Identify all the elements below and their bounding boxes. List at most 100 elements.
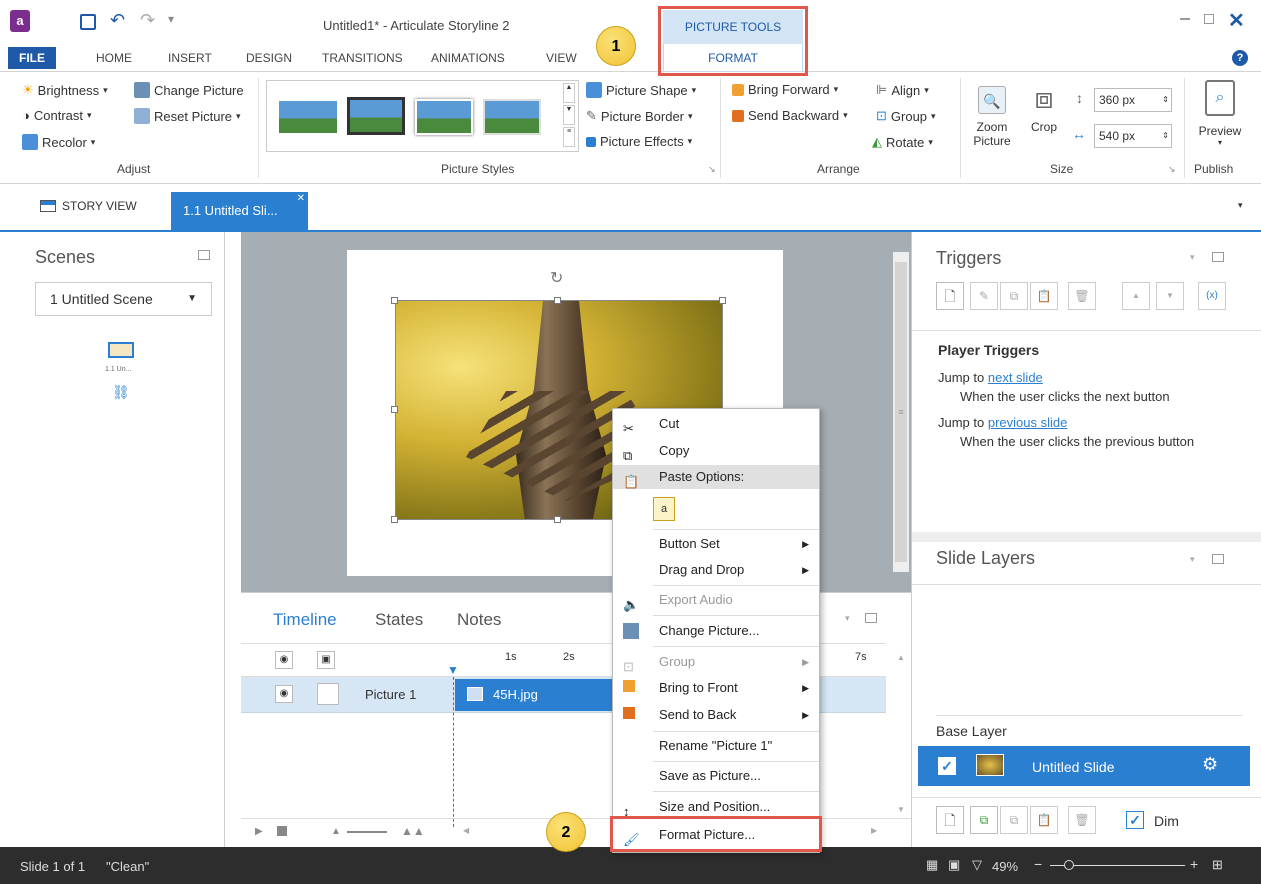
- gallery-scroll-up-icon[interactable]: ▲: [563, 83, 575, 103]
- style-thumb-3[interactable]: [415, 99, 473, 135]
- save-icon[interactable]: [80, 14, 96, 30]
- scene-selector[interactable]: 1 Untitled Scene ▼: [35, 282, 212, 316]
- lock-icon[interactable]: ▣: [317, 651, 335, 669]
- eye-icon[interactable]: ◉: [275, 651, 293, 669]
- menu-save-picture[interactable]: Save as Picture...: [613, 763, 819, 789]
- new-layer-icon[interactable]: 🗋: [936, 806, 964, 834]
- play-icon[interactable]: ▶: [255, 826, 263, 837]
- maximize-icon[interactable]: [1204, 14, 1214, 24]
- stop-icon[interactable]: [277, 826, 287, 836]
- zoom-picture-button[interactable]: 🔍 Zoom Picture: [966, 86, 1018, 156]
- selection-handle[interactable]: [391, 516, 398, 523]
- copy-trigger-icon[interactable]: ⧉: [1000, 282, 1028, 310]
- paste-trigger-icon[interactable]: 📋: [1030, 282, 1058, 310]
- trigger-item[interactable]: Jump to previous slide: [938, 415, 1067, 430]
- tab-file[interactable]: FILE: [8, 47, 56, 69]
- tab-story-view[interactable]: STORY VIEW: [40, 199, 137, 213]
- move-down-icon[interactable]: ▼: [1156, 282, 1184, 310]
- timeline-scroll-up-icon[interactable]: ▲: [897, 653, 905, 662]
- menu-rename[interactable]: Rename "Picture 1": [613, 733, 819, 759]
- duplicate-layer-icon[interactable]: ⧉: [970, 806, 998, 834]
- dim-checkbox[interactable]: ✓: [1126, 811, 1144, 829]
- eye-icon[interactable]: ◉: [275, 685, 293, 703]
- group-button[interactable]: ⊡ Group ▾: [876, 108, 936, 124]
- menu-bring-front[interactable]: Bring to Front ▶: [613, 675, 819, 701]
- menu-button-set[interactable]: Button Set ▶: [613, 531, 819, 557]
- preview-button[interactable]: ⌕ Preview ▾: [1190, 80, 1250, 160]
- new-trigger-icon[interactable]: 🗋: [936, 282, 964, 310]
- selection-handle[interactable]: [719, 297, 726, 304]
- close-icon[interactable]: ✕: [1228, 8, 1245, 33]
- panel-restore-icon[interactable]: [198, 250, 210, 260]
- reset-picture-button[interactable]: Reset Picture ▾: [134, 108, 241, 124]
- panel-collapse-icon[interactable]: ▾: [1190, 554, 1195, 565]
- trigger-link[interactable]: previous slide: [988, 415, 1068, 430]
- minimize-icon[interactable]: [1180, 18, 1190, 20]
- gallery-scroll-down-icon[interactable]: ▼: [563, 105, 575, 125]
- playhead-icon[interactable]: ▼: [447, 663, 459, 677]
- picture-shape-button[interactable]: Picture Shape ▾: [586, 82, 696, 98]
- timeline-bar[interactable]: 45H.jpg: [455, 679, 615, 711]
- selection-handle[interactable]: [391, 406, 398, 413]
- help-icon[interactable]: ?: [1232, 50, 1248, 66]
- picture-border-button[interactable]: ✎ Picture Border ▾: [586, 108, 693, 124]
- zoom-slider[interactable]: [347, 831, 387, 833]
- copy-layer-icon[interactable]: ⧉: [1000, 806, 1028, 834]
- slide-show-icon[interactable]: ▽: [972, 857, 982, 873]
- panel-collapse-icon[interactable]: ▾: [1190, 252, 1195, 263]
- tab-slide[interactable]: 1.1 Untitled Sli... ✕: [171, 192, 308, 230]
- gear-icon[interactable]: ⚙: [1202, 754, 1218, 775]
- timeline-hscroll-right-icon[interactable]: ▶: [871, 826, 877, 835]
- picture-effects-button[interactable]: Picture Effects ▾: [586, 134, 692, 149]
- selection-handle[interactable]: [554, 516, 561, 523]
- style-thumb-2[interactable]: [347, 97, 405, 135]
- layer-visible-checkbox[interactable]: ✓: [938, 757, 956, 775]
- tab-view[interactable]: VIEW: [546, 51, 577, 65]
- panel-restore-icon[interactable]: [865, 613, 877, 623]
- panel-splitter[interactable]: [912, 532, 1261, 542]
- tab-home[interactable]: HOME: [96, 51, 132, 65]
- bring-forward-button[interactable]: Bring Forward ▾: [732, 82, 838, 97]
- zoom-in-icon[interactable]: +: [1190, 856, 1198, 872]
- normal-view-icon[interactable]: ▣: [948, 857, 960, 873]
- tab-notes[interactable]: Notes: [457, 610, 501, 630]
- rotate-handle-icon[interactable]: ↻: [550, 268, 563, 288]
- menu-cut[interactable]: ✂ Cut: [613, 411, 819, 437]
- move-up-icon[interactable]: ▲: [1122, 282, 1150, 310]
- edit-trigger-icon[interactable]: ✎: [970, 282, 998, 310]
- tab-timeline[interactable]: Timeline: [273, 610, 337, 630]
- delete-layer-icon[interactable]: 🗑: [1068, 806, 1096, 834]
- paste-keep-text-icon[interactable]: a: [653, 497, 675, 521]
- close-tab-icon[interactable]: ✕: [297, 180, 305, 218]
- selection-handle[interactable]: [554, 297, 561, 304]
- timeline-hscroll-left-icon[interactable]: ◀: [463, 826, 469, 835]
- zoom-out-icon[interactable]: −: [1034, 856, 1042, 872]
- delete-trigger-icon[interactable]: 🗑: [1068, 282, 1096, 310]
- trigger-link[interactable]: next slide: [988, 370, 1043, 385]
- brightness-button[interactable]: ☀ Brightness ▾: [22, 82, 108, 98]
- slide-thumbnail[interactable]: [108, 342, 134, 358]
- rotate-button[interactable]: ◭ Rotate ▾: [872, 134, 933, 150]
- selection-handle[interactable]: [391, 297, 398, 304]
- menu-copy[interactable]: ⧉ Copy: [613, 438, 819, 464]
- height-input[interactable]: 360 px ⇕: [1094, 88, 1172, 112]
- menu-drag-drop[interactable]: Drag and Drop ▶: [613, 557, 819, 583]
- width-input[interactable]: 540 px ⇕: [1094, 124, 1172, 148]
- panel-restore-icon[interactable]: [1212, 554, 1224, 564]
- redo-icon[interactable]: ↷: [140, 10, 155, 31]
- panel-restore-icon[interactable]: [1212, 252, 1224, 262]
- dialog-launcher-icon[interactable]: ↘: [708, 164, 716, 175]
- picture-styles-gallery[interactable]: ▲ ▼ ≡: [266, 80, 579, 152]
- align-button[interactable]: ⊫ Align ▾: [876, 82, 929, 98]
- panel-collapse-icon[interactable]: ▾: [845, 613, 850, 624]
- zoom-slider-thumb[interactable]: [1064, 860, 1074, 870]
- canvas-scroll-up-icon[interactable]: ▲: [894, 238, 902, 247]
- undo-icon[interactable]: ↶: [110, 10, 125, 31]
- style-thumb-4[interactable]: [483, 99, 541, 135]
- crop-button[interactable]: ⧈ Crop: [1026, 82, 1062, 152]
- change-picture-button[interactable]: Change Picture: [134, 82, 244, 98]
- gallery-more-icon[interactable]: ≡: [563, 127, 575, 147]
- tab-insert[interactable]: INSERT: [168, 51, 212, 65]
- recolor-button[interactable]: Recolor ▾: [22, 134, 95, 150]
- trigger-item[interactable]: Jump to next slide: [938, 370, 1043, 385]
